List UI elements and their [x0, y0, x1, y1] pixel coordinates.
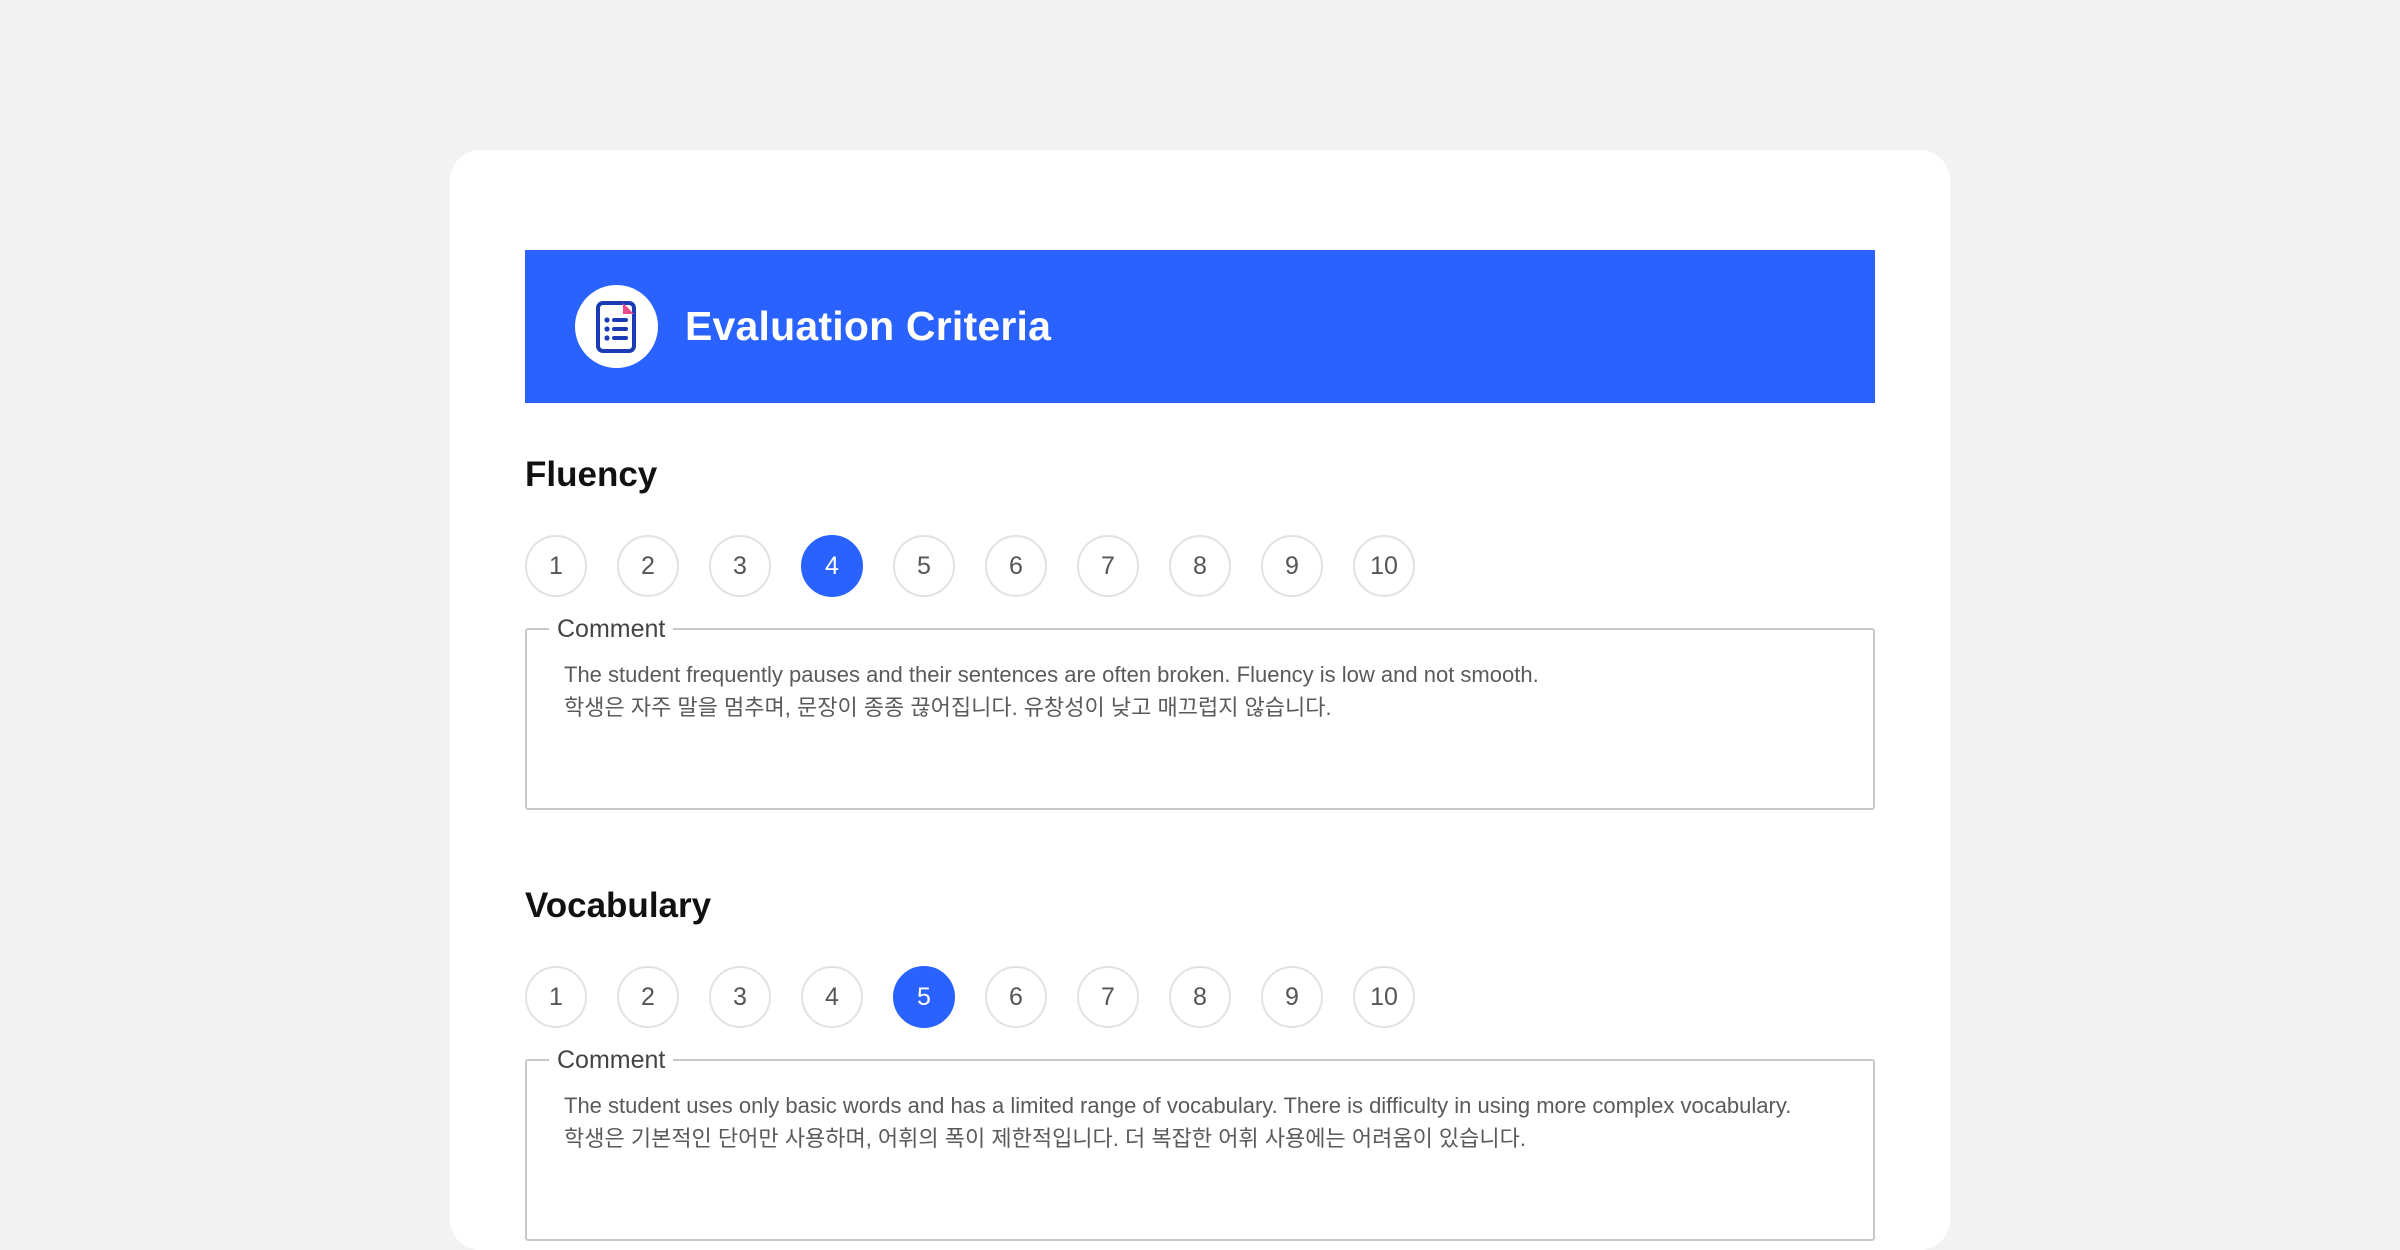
score-option-7[interactable]: 7 — [1077, 535, 1139, 597]
score-option-1[interactable]: 1 — [525, 966, 587, 1028]
score-option-9[interactable]: 9 — [1261, 966, 1323, 1028]
comment-label: Comment — [549, 1046, 674, 1074]
score-option-7[interactable]: 7 — [1077, 966, 1139, 1028]
score-option-3[interactable]: 3 — [709, 535, 771, 597]
comment-line: The student uses only basic words and ha… — [564, 1093, 1792, 1118]
score-option-5[interactable]: 5 — [893, 966, 955, 1028]
score-option-8[interactable]: 8 — [1169, 535, 1231, 597]
comment-line: 학생은 기본적인 단어만 사용하며, 어휘의 폭이 제한적입니다. 더 복잡한 … — [564, 1126, 1527, 1151]
score-option-2[interactable]: 2 — [617, 966, 679, 1028]
score-option-3[interactable]: 3 — [709, 966, 771, 1028]
comment-line: 학생은 자주 말을 멈추며, 문장이 종종 끊어집니다. 유창성이 낮고 매끄럽… — [564, 695, 1332, 720]
comment-field[interactable]: Comment The student uses only basic word… — [525, 1046, 1875, 1241]
score-option-5[interactable]: 5 — [893, 535, 955, 597]
score-option-10[interactable]: 10 — [1353, 966, 1415, 1028]
score-option-1[interactable]: 1 — [525, 535, 587, 597]
score-option-2[interactable]: 2 — [617, 535, 679, 597]
score-option-8[interactable]: 8 — [1169, 966, 1231, 1028]
score-option-10[interactable]: 10 — [1353, 535, 1415, 597]
evaluation-card: Evaluation Criteria Fluency 1 2 3 4 5 6 7 8 9 10 … — [450, 150, 1950, 1250]
comment-field[interactable]: Comment The student frequently pauses an… — [525, 615, 1875, 810]
comment-line: The student frequently pauses and their … — [564, 662, 1539, 687]
comment-label: Comment — [549, 615, 674, 643]
evaluation-header: Evaluation Criteria — [525, 250, 1875, 403]
section-vocabulary: Vocabulary 1 2 3 4 5 6 7 8 9 10 Comment The stude… — [525, 884, 1875, 1241]
score-option-6[interactable]: 6 — [985, 535, 1047, 597]
score-selector: 1 2 3 4 5 6 7 8 9 10 — [525, 966, 1445, 1028]
score-option-4[interactable]: 4 — [801, 535, 863, 597]
section-title: Fluency — [525, 455, 658, 494]
comment-text[interactable]: The student uses only basic words and ha… — [564, 1089, 1843, 1155]
page-title: Evaluation Criteria — [685, 303, 1052, 349]
score-option-6[interactable]: 6 — [985, 966, 1047, 1028]
comment-text[interactable]: The student frequently pauses and their … — [564, 658, 1843, 724]
clipboard-list-icon — [575, 285, 658, 368]
section-title: Vocabulary — [525, 886, 712, 925]
score-selector: 1 2 3 4 5 6 7 8 9 10 — [525, 535, 1445, 597]
score-option-9[interactable]: 9 — [1261, 535, 1323, 597]
section-fluency: Fluency 1 2 3 4 5 6 7 8 9 10 Comment The student … — [525, 453, 1875, 810]
score-option-4[interactable]: 4 — [801, 966, 863, 1028]
